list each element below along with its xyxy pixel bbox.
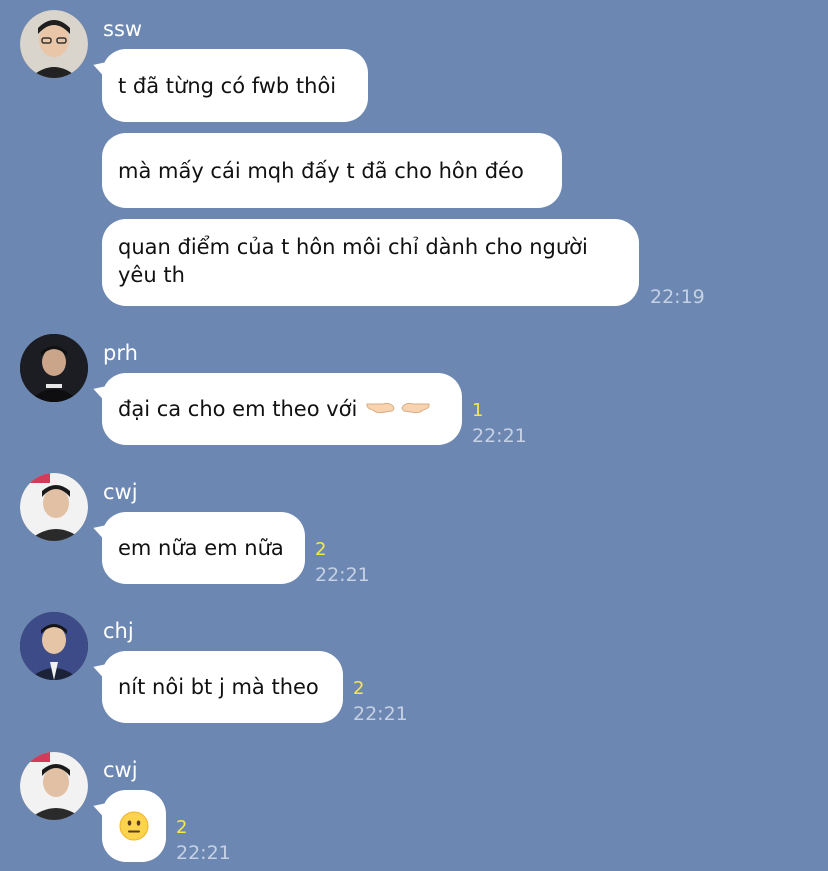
pointing-hands-icon: [366, 402, 430, 413]
read-count: 2: [315, 539, 327, 560]
avatar-prh[interactable]: [20, 334, 88, 402]
prh-avatar-image: [20, 334, 88, 402]
ssw-avatar-image: [20, 10, 88, 78]
cwj-avatar-image: [20, 752, 88, 820]
message-timestamp: 22:19: [650, 286, 705, 308]
read-count: 2: [176, 817, 188, 838]
message-bubble[interactable]: đại ca cho em theo với: [102, 373, 462, 445]
message-timestamp: 22:21: [472, 425, 527, 447]
chj-avatar-image: [20, 612, 88, 680]
avatar-cwj[interactable]: [20, 752, 88, 820]
cwj-avatar-image: [20, 473, 88, 541]
message-bubble[interactable]: quan điểm của t hôn môi chỉ dành cho ngư…: [102, 219, 639, 306]
message-timestamp: 22:21: [353, 703, 408, 725]
message-bubble[interactable]: em nữa em nữa: [102, 512, 305, 584]
avatar-cwj[interactable]: [20, 473, 88, 541]
sender-name: prh: [103, 341, 138, 365]
read-count: 2: [353, 678, 365, 699]
message-bubble[interactable]: nít nôi bt j mà theo: [102, 651, 343, 723]
message-text: em nữa em nữa: [118, 536, 284, 560]
message-text: quan điểm của t hôn môi chỉ dành cho ngư…: [118, 235, 588, 287]
sender-name: cwj: [103, 758, 138, 782]
message-text: t đã từng có fwb thôi: [118, 73, 337, 98]
message-bubble[interactable]: t đã từng có fwb thôi: [102, 49, 368, 122]
sender-name: chj: [103, 619, 134, 643]
avatar-chj[interactable]: [20, 612, 88, 680]
neutral-face-icon: [119, 811, 149, 841]
pointing-hands-emoji: [365, 395, 431, 424]
avatar-ssw[interactable]: [20, 10, 88, 78]
sender-name: ssw: [103, 17, 143, 41]
read-count: 1: [472, 400, 484, 421]
message-text: mà mấy cái mqh đấy t đã cho hôn đéo: [118, 158, 524, 183]
message-text: đại ca cho em theo với: [118, 397, 358, 421]
message-text: nít nôi bt j mà theo: [118, 675, 319, 699]
message-timestamp: 22:21: [176, 842, 231, 864]
message-timestamp: 22:21: [315, 564, 370, 586]
message-bubble[interactable]: [102, 790, 166, 862]
sender-name: cwj: [103, 480, 138, 504]
message-bubble[interactable]: mà mấy cái mqh đấy t đã cho hôn đéo: [102, 133, 562, 208]
